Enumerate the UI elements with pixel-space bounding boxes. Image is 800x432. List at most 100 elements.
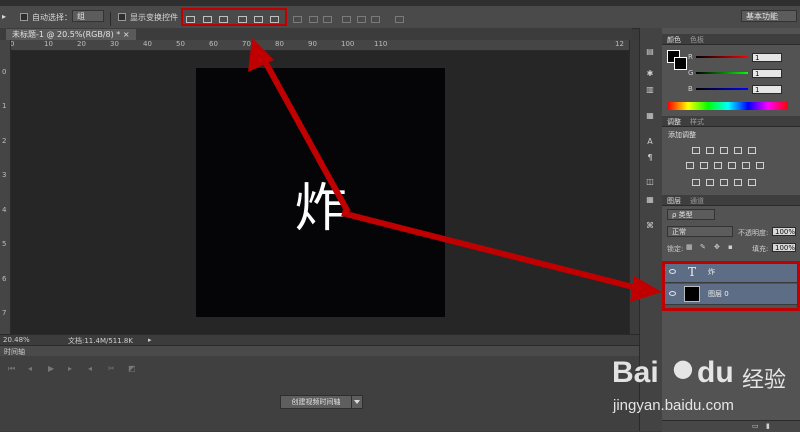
color-panel-header: 颜色 色板 <box>662 34 800 45</box>
lock-image-icon[interactable]: ✎ <box>700 243 706 251</box>
distribute-vcenter-icon[interactable] <box>309 16 318 23</box>
blue-slider[interactable] <box>696 88 748 90</box>
distribute-right-icon[interactable] <box>371 16 380 23</box>
zoom-level[interactable]: 20.48% <box>3 336 30 344</box>
threshold-icon[interactable] <box>720 179 728 186</box>
layer-kind-filter[interactable]: ρ 类型 <box>667 209 715 220</box>
fill-field[interactable]: 100% <box>772 243 796 252</box>
split-icon[interactable]: ✂ <box>108 364 115 373</box>
tab-styles[interactable]: 样式 <box>690 117 704 127</box>
lock-position-icon[interactable]: ✥ <box>714 243 720 251</box>
distribute-left-icon[interactable] <box>342 16 351 23</box>
tool-preset-arrow[interactable]: ▸ <box>2 12 6 21</box>
distribute-top-icon[interactable] <box>293 16 302 23</box>
layers-panel-header: 图层 通道 <box>662 195 800 206</box>
options-bar: ▸ 自动选择： 组 显示变换控件 基本功能 <box>0 6 800 29</box>
exposure-icon[interactable] <box>734 147 742 154</box>
next-frame-icon[interactable]: ▸ <box>68 364 72 373</box>
hue-saturation-icon[interactable] <box>686 162 694 169</box>
auto-select-checkbox[interactable]: 自动选择： <box>20 12 72 23</box>
navigator-icon[interactable]: ◫ <box>645 178 655 186</box>
ruler-tick-label: 20 <box>77 40 86 48</box>
blend-mode-dropdown[interactable]: 正常 <box>667 226 733 237</box>
channel-label: R <box>688 53 693 61</box>
selective-color-icon[interactable] <box>748 179 756 186</box>
brush-settings-icon[interactable]: ✱ <box>645 70 655 78</box>
brightness-contrast-icon[interactable] <box>692 147 700 154</box>
ruler-tick-label: 7 <box>2 309 7 317</box>
character-icon[interactable]: A <box>645 138 655 146</box>
photo-filter-icon[interactable] <box>728 162 736 169</box>
history-icon[interactable]: ▤ <box>645 48 655 56</box>
play-icon[interactable]: ▶ <box>48 364 54 373</box>
transition-icon[interactable]: ◩ <box>128 364 136 373</box>
annotation-highlight-box <box>662 261 800 311</box>
invert-icon[interactable] <box>692 179 700 186</box>
distribute-hcenter-icon[interactable] <box>357 16 366 23</box>
properties-icon[interactable]: ▦ <box>645 196 655 204</box>
document-tab[interactable]: 未标题-1 @ 20.5%(RGB/8) * × <box>6 29 136 40</box>
color-lookup-icon[interactable] <box>756 162 764 169</box>
lock-transparent-icon[interactable]: ▦ <box>686 243 693 251</box>
red-slider[interactable] <box>696 56 748 58</box>
tab-color[interactable]: 颜色 <box>667 35 681 45</box>
gradient-map-icon[interactable] <box>734 179 742 186</box>
watermark-brand-du: du <box>697 356 734 389</box>
workspace-switcher[interactable]: 基本功能 <box>741 10 797 22</box>
go-to-first-frame-icon[interactable]: ⏮ <box>8 364 15 374</box>
checkbox-icon <box>118 13 126 21</box>
lock-all-icon[interactable]: ▪ <box>728 243 733 251</box>
ruler-tick-label: 60 <box>209 40 218 48</box>
paragraph-icon[interactable]: ¶ <box>645 154 655 162</box>
paw-logo-icon: ● <box>672 354 694 382</box>
status-menu-arrow-icon[interactable]: ▸ <box>148 336 152 344</box>
ruler-tick-label: 30 <box>110 40 119 48</box>
audio-icon[interactable]: ◂ <box>88 364 92 373</box>
ruler-tick-label: 50 <box>176 40 185 48</box>
levels-icon[interactable] <box>706 147 714 154</box>
canvas-text-layer[interactable]: 炸 <box>196 166 445 241</box>
vertical-ruler: 0 1 2 3 4 5 6 7 <box>0 40 11 334</box>
show-transform-checkbox[interactable]: 显示变换控件 <box>118 12 178 23</box>
fill-label: 填充: <box>752 245 769 253</box>
background-color-swatch[interactable] <box>674 57 687 70</box>
clone-source-icon[interactable]: ▥ <box>645 86 655 94</box>
ruler-tick-label: 110 <box>374 40 388 48</box>
horizontal-ruler: 0 10 20 30 40 50 60 70 80 90 100 110 12 <box>10 40 630 51</box>
ruler-tick-label: 100 <box>341 40 355 48</box>
info-icon[interactable]: ▦ <box>645 112 655 120</box>
close-icon[interactable]: × <box>123 30 130 39</box>
green-value-field[interactable]: 1 <box>752 69 782 78</box>
annotation-highlight-box <box>181 8 287 26</box>
opacity-field[interactable]: 100% <box>772 227 796 236</box>
auto-align-icon[interactable] <box>395 16 404 23</box>
ruler-tick-label: 10 <box>44 40 53 48</box>
channel-mixer-icon[interactable] <box>742 162 750 169</box>
document-tab-title: 未标题-1 @ 20.5%(RGB/8) * <box>12 30 121 39</box>
tab-layers[interactable]: 图层 <box>667 196 681 206</box>
blue-value-field[interactable]: 1 <box>752 85 782 94</box>
chevron-down-icon[interactable] <box>351 395 363 409</box>
tab-adjustments[interactable]: 调整 <box>667 117 681 127</box>
auto-select-dropdown[interactable]: 组 <box>72 10 104 22</box>
green-slider[interactable] <box>696 72 748 74</box>
create-video-timeline-button[interactable]: 创建视频时间轴 <box>280 395 352 409</box>
channel-label: B <box>688 85 693 93</box>
watermark-url: jingyan.baidu.com <box>613 397 734 414</box>
previous-frame-icon[interactable]: ◂ <box>28 364 32 373</box>
curves-icon[interactable] <box>720 147 728 154</box>
black-white-icon[interactable] <box>714 162 722 169</box>
tab-swatches[interactable]: 色板 <box>690 35 704 45</box>
posterize-icon[interactable] <box>706 179 714 186</box>
lock-label: 锁定: <box>667 245 684 253</box>
tab-channels[interactable]: 通道 <box>690 196 704 206</box>
vibrance-icon[interactable] <box>748 147 756 154</box>
ruler-tick-label: 12 <box>615 40 624 48</box>
paths-icon[interactable]: ⌘ <box>645 222 655 230</box>
ruler-tick-label: 0 <box>2 68 7 76</box>
color-spectrum-bar[interactable] <box>668 102 788 110</box>
color-balance-icon[interactable] <box>700 162 708 169</box>
distribute-bottom-icon[interactable] <box>323 16 332 23</box>
adjustments-panel-header: 调整 样式 <box>662 116 800 127</box>
red-value-field[interactable]: 1 <box>752 53 782 62</box>
